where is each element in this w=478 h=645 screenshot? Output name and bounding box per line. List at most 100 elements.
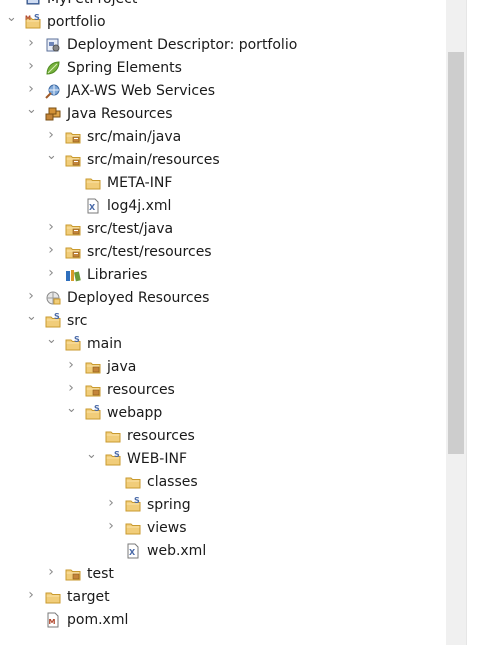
chevron-right-icon[interactable]: ›: [26, 588, 36, 602]
tree-item-label: resources: [127, 428, 195, 444]
tree-item-web-inf[interactable]: ⌄ S WEB-INF: [0, 448, 446, 471]
chevron-right-icon[interactable]: ›: [46, 128, 56, 142]
tree-item-spring-elements[interactable]: › Spring Elements: [0, 57, 446, 80]
project-explorer-tree: MyPetProject⌄SMportfolio›Deployment Desc…: [0, 0, 446, 645]
java-resources-icon: [45, 106, 61, 122]
tree-item-src-main-resources[interactable]: ⌄ src/main/resources: [0, 149, 446, 172]
tree-item-label: webapp: [107, 405, 163, 421]
spring-folder-icon: S: [85, 405, 101, 421]
tree-item-webapp[interactable]: ⌄ Swebapp: [0, 402, 446, 425]
folder-icon: [125, 474, 141, 490]
tree-item-test[interactable]: › test: [0, 563, 446, 586]
svg-text:S: S: [74, 336, 80, 344]
chevron-down-icon[interactable]: ⌄: [46, 149, 57, 162]
tree-item-resources[interactable]: resources: [0, 425, 446, 448]
source-folder-icon: [65, 244, 81, 260]
tree-item-portfolio[interactable]: ⌄ S Mportfolio: [0, 11, 446, 34]
chevron-right-icon[interactable]: ›: [26, 36, 36, 50]
package-folder-icon: [85, 382, 101, 398]
tree-item-deployed-resources[interactable]: › Deployed Resources: [0, 287, 446, 310]
svg-text:S: S: [94, 405, 100, 413]
chevron-down-icon[interactable]: ⌄: [46, 333, 57, 346]
tree-item-label: java: [107, 359, 137, 375]
tree-item-label: test: [87, 566, 114, 582]
chevron-right-icon[interactable]: ›: [46, 243, 56, 257]
chevron-down-icon[interactable]: ⌄: [66, 402, 77, 415]
chevron-right-icon[interactable]: ›: [46, 565, 56, 579]
tree-item-jax-ws-web-services[interactable]: › JAX-WS Web Services: [0, 80, 446, 103]
chevron-down-icon[interactable]: ⌄: [6, 11, 17, 24]
svg-text:S: S: [114, 451, 120, 459]
tree-item-src-test-java[interactable]: › src/test/java: [0, 218, 446, 241]
xml-file-icon: X: [85, 198, 101, 214]
tree-item-spring[interactable]: › Sspring: [0, 494, 446, 517]
tree-item-label: main: [87, 336, 122, 352]
tree-item-mypetproject[interactable]: MyPetProject: [0, 0, 446, 11]
tree-item-label: Java Resources: [67, 106, 173, 122]
package-folder-icon: [65, 566, 81, 582]
tree-item-src-main-java[interactable]: › src/main/java: [0, 126, 446, 149]
spring-folder-icon: S: [125, 497, 141, 513]
tree-item-label: JAX-WS Web Services: [67, 83, 216, 99]
chevron-down-icon[interactable]: ⌄: [26, 310, 37, 323]
scrollbar-edge: [466, 0, 478, 645]
spring-folder-icon: S: [105, 451, 121, 467]
chevron-right-icon[interactable]: ›: [46, 220, 56, 234]
deployed-resources-icon: [45, 290, 61, 306]
tree-item-java-resources[interactable]: ⌄ Java Resources: [0, 103, 446, 126]
tree-item-label: META-INF: [107, 175, 173, 191]
spring-leaf-icon: [45, 60, 61, 76]
package-folder-icon: [85, 359, 101, 375]
tree-item-label: log4j.xml: [107, 198, 172, 214]
tree-item-java[interactable]: › java: [0, 356, 446, 379]
vertical-scrollbar[interactable]: [446, 0, 478, 645]
libraries-icon: [65, 267, 81, 283]
tree-item-label: src/main/java: [87, 129, 182, 145]
tree-item-classes[interactable]: classes: [0, 471, 446, 494]
chevron-down-icon[interactable]: ⌄: [26, 103, 37, 116]
chevron-right-icon[interactable]: ›: [66, 358, 76, 372]
tree-item-views[interactable]: › views: [0, 517, 446, 540]
tree-item-label: Deployed Resources: [67, 290, 210, 306]
scrollbar-thumb[interactable]: [448, 52, 464, 454]
chevron-right-icon[interactable]: ›: [106, 496, 116, 510]
tree-item-label: pom.xml: [67, 612, 129, 628]
tree-item-meta-inf[interactable]: META-INF: [0, 172, 446, 195]
svg-text:X: X: [129, 548, 136, 557]
web-services-icon: [45, 83, 61, 99]
chevron-right-icon[interactable]: ›: [26, 289, 36, 303]
tree-item-resources[interactable]: › resources: [0, 379, 446, 402]
tree-item-src[interactable]: ⌄ Ssrc: [0, 310, 446, 333]
tree-item-deployment-descriptor-portfolio[interactable]: › Deployment Descriptor: portfolio: [0, 34, 446, 57]
tree-item-web-xml[interactable]: Xweb.xml: [0, 540, 446, 563]
tree-item-label: web.xml: [147, 543, 207, 559]
tree-item-label: src: [67, 313, 88, 329]
chevron-right-icon[interactable]: ›: [106, 519, 116, 533]
svg-text:S: S: [34, 14, 40, 22]
chevron-right-icon[interactable]: ›: [46, 266, 56, 280]
tree-item-log4j-xml[interactable]: Xlog4j.xml: [0, 195, 446, 218]
tree-item-pom-xml[interactable]: Mpom.xml: [0, 609, 446, 632]
chevron-right-icon[interactable]: ›: [66, 381, 76, 395]
tree-item-label: resources: [107, 382, 175, 398]
tree-item-target[interactable]: › target: [0, 586, 446, 609]
tree-item-label: WEB-INF: [127, 451, 187, 467]
chevron-right-icon[interactable]: ›: [26, 82, 36, 96]
spring-folder-icon: S: [45, 313, 61, 329]
maven-pom-icon: M: [45, 612, 61, 628]
folder-icon: [105, 428, 121, 444]
spring-folder-icon: S: [65, 336, 81, 352]
tree-item-label: Spring Elements: [67, 60, 182, 76]
tree-item-label: Deployment Descriptor: portfolio: [67, 37, 298, 53]
tree-item-src-test-resources[interactable]: › src/test/resources: [0, 241, 446, 264]
svg-text:M: M: [49, 618, 56, 626]
source-folder-icon: [65, 221, 81, 237]
tree-item-libraries[interactable]: › Libraries: [0, 264, 446, 287]
folder-icon: [85, 175, 101, 191]
folder-icon: [125, 520, 141, 536]
source-folder-icon: [65, 152, 81, 168]
chevron-down-icon[interactable]: ⌄: [86, 448, 97, 461]
chevron-right-icon[interactable]: ›: [26, 59, 36, 73]
tree-item-main[interactable]: ⌄ Smain: [0, 333, 446, 356]
source-folder-icon: [65, 129, 81, 145]
